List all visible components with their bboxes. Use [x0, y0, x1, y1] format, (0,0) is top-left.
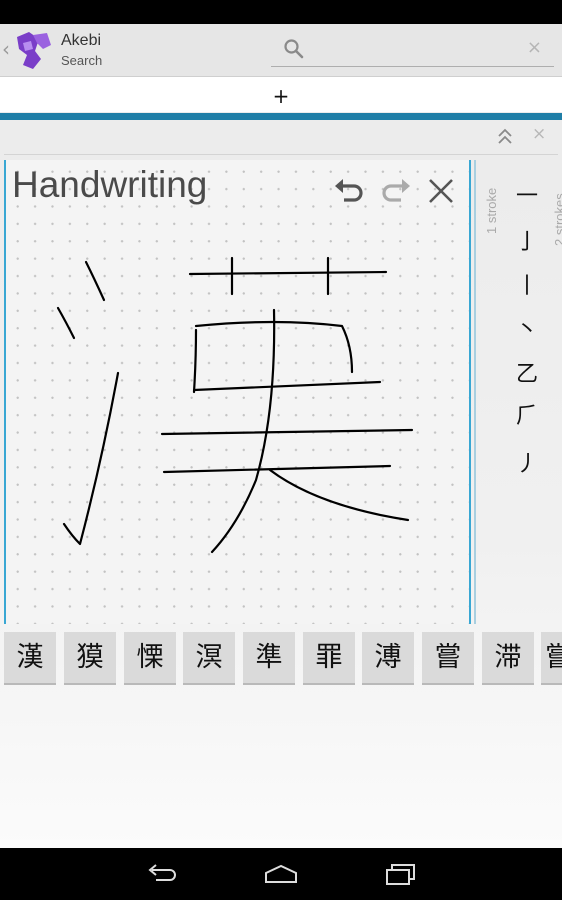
- radical-item[interactable]: 丶: [512, 312, 542, 344]
- candidate-button[interactable]: 嘗: [422, 632, 474, 685]
- status-bar: [0, 0, 562, 24]
- candidate-button[interactable]: 獏: [64, 632, 116, 685]
- search-box[interactable]: ×: [271, 34, 554, 67]
- panel-close-button[interactable]: ×: [532, 124, 546, 144]
- stroke: [84, 260, 106, 302]
- navigation-bar: [0, 848, 562, 900]
- home-icon[interactable]: [263, 862, 299, 886]
- candidate-button[interactable]: 嘗: [541, 632, 562, 685]
- candidate-button[interactable]: 滞: [482, 632, 534, 685]
- radical-item[interactable]: 亅: [512, 224, 542, 256]
- stroke-group-label: 2 strokes: [552, 193, 562, 246]
- back-icon[interactable]: [144, 862, 180, 886]
- stroke: [268, 468, 410, 522]
- stroke: [56, 306, 76, 340]
- stroke: [62, 371, 120, 546]
- candidate-button[interactable]: 準: [243, 632, 295, 685]
- search-icon: [284, 39, 304, 59]
- app-subtitle: Search: [61, 53, 103, 68]
- candidate-button[interactable]: 溟: [183, 632, 235, 685]
- action-bar: ‹ Akebi Search ×: [0, 24, 562, 77]
- handwriting-panel: Handwriting 1 stroke strokes 一 亅 丨 丶 乙 ⺁…: [0, 156, 562, 848]
- radical-item[interactable]: ⺁: [512, 398, 542, 430]
- radical-item[interactable]: 一: [512, 178, 542, 210]
- recents-icon[interactable]: [383, 862, 419, 886]
- tab-indicator: [0, 113, 562, 120]
- panel-toolbar: ×: [0, 121, 562, 155]
- up-caret-icon[interactable]: ‹: [2, 37, 10, 61]
- stroke: [188, 270, 388, 276]
- stroke-radical-panel: 1 stroke 2 strokes 一 亅 丨 丶 乙 ⺁ 丿: [474, 160, 562, 624]
- handwriting-canvas[interactable]: Handwriting: [4, 160, 471, 624]
- stroke: [192, 380, 382, 392]
- search-clear-button[interactable]: ×: [527, 37, 542, 58]
- candidate-button[interactable]: 罪: [303, 632, 355, 685]
- double-chevron-up-icon[interactable]: [496, 127, 514, 147]
- handwritten-strokes: [56, 256, 414, 554]
- search-input[interactable]: [315, 38, 519, 64]
- stroke-group-label: 1 stroke: [484, 187, 499, 234]
- candidate-button[interactable]: 慄: [124, 632, 176, 685]
- divider: [4, 154, 558, 155]
- stroke: [160, 428, 414, 436]
- akebi-logo-icon[interactable]: [11, 29, 55, 73]
- stroke: [162, 464, 392, 474]
- radical-item[interactable]: 丨: [512, 268, 542, 300]
- app-title: Akebi: [61, 32, 102, 49]
- stroke: [192, 328, 198, 394]
- add-tab-button[interactable]: +: [0, 77, 562, 112]
- radical-item[interactable]: 丿: [512, 446, 542, 478]
- radical-item[interactable]: 乙: [512, 356, 542, 388]
- candidate-button[interactable]: 漢: [4, 632, 56, 685]
- candidate-bar: 漢 獏 慄 溟 準 罪 溥 嘗 滞 嘗: [0, 632, 562, 690]
- candidate-button[interactable]: 溥: [362, 632, 414, 685]
- stroke: [210, 308, 276, 554]
